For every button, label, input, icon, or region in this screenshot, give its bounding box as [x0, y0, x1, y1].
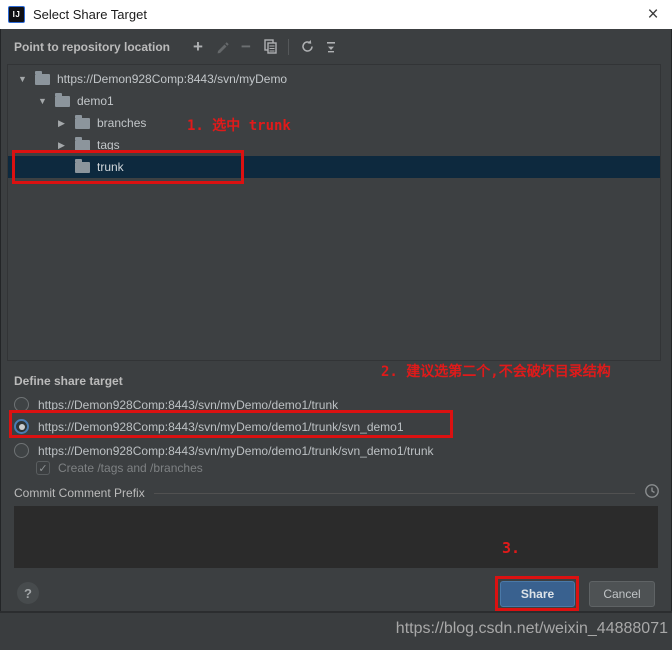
share-target-option-2[interactable]: https://Demon928Comp:8443/svn/myDemo/dem…: [14, 417, 404, 436]
help-button[interactable]: ?: [17, 582, 39, 604]
separator-line: [153, 492, 635, 494]
tree-label: demo1: [77, 94, 114, 108]
tree-row-repo-root[interactable]: ▼ https://Demon928Comp:8443/svn/myDemo: [8, 68, 660, 90]
annotation-step3: 3.: [502, 539, 521, 557]
share-target-option-1[interactable]: https://Demon928Comp:8443/svn/myDemo/dem…: [14, 395, 338, 414]
refresh-icon[interactable]: [295, 36, 319, 58]
select-share-target-dialog: IJ Select Share Target × Point to reposi…: [0, 0, 672, 650]
commit-comment-prefix-label: Commit Comment Prefix: [14, 486, 145, 500]
window-title: Select Share Target: [33, 7, 147, 22]
tree-row-demo1[interactable]: ▼ demo1: [8, 90, 660, 112]
radio-icon: [14, 443, 29, 458]
title-bar: IJ Select Share Target ×: [0, 0, 672, 29]
checkbox-icon: ✓: [36, 461, 50, 475]
toolbar-label: Point to repository location: [14, 39, 171, 54]
tree-label: branches: [97, 116, 147, 130]
expand-arrow-icon[interactable]: ▼: [38, 96, 55, 106]
repository-toolbar: Point to repository location + −: [0, 29, 672, 64]
folder-icon: [75, 114, 90, 129]
expand-arrow-icon[interactable]: ▼: [18, 74, 35, 84]
annotation-step1: 1. 选中 trunk: [187, 118, 291, 134]
radio-label: https://Demon928Comp:8443/svn/myDemo/dem…: [38, 419, 404, 434]
folder-icon: [55, 92, 70, 107]
copy-location-icon[interactable]: [258, 36, 282, 58]
remove-icon[interactable]: −: [234, 36, 258, 58]
add-repository-icon[interactable]: +: [186, 36, 210, 58]
tree-row-trunk[interactable]: trunk: [8, 156, 660, 178]
cancel-button[interactable]: Cancel: [589, 581, 655, 607]
define-share-target-heading: Define share target: [14, 374, 123, 388]
watermark-text: https://blog.csdn.net/weixin_44888071: [395, 620, 668, 637]
folder-icon: [35, 70, 50, 85]
tree-label: trunk: [97, 160, 124, 174]
radio-label: https://Demon928Comp:8443/svn/myDemo/dem…: [38, 397, 339, 412]
radio-icon: [14, 397, 29, 412]
tree-row-tags[interactable]: ▶ tags: [8, 134, 660, 156]
collapse-arrow-icon[interactable]: ▶: [58, 140, 75, 151]
tree-row-branches[interactable]: ▶ branches: [8, 112, 660, 134]
annotation-step2: 2. 建议选第二个,不会破坏目录结构: [381, 364, 611, 380]
commit-comment-input[interactable]: [14, 506, 658, 568]
repository-tree: ▼ https://Demon928Comp:8443/svn/myDemo ▼…: [7, 64, 661, 361]
radio-icon: [14, 419, 29, 434]
collapse-all-icon[interactable]: [319, 36, 343, 58]
radio-label: https://Demon928Comp:8443/svn/myDemo/dem…: [38, 443, 434, 458]
toolbar-separator: [288, 38, 290, 55]
folder-icon: [75, 158, 90, 173]
share-button[interactable]: Share: [500, 581, 575, 607]
tree-label: https://Demon928Comp:8443/svn/myDemo: [57, 72, 288, 86]
history-clock-icon[interactable]: [644, 483, 660, 504]
collapse-arrow-icon[interactable]: ▶: [58, 118, 75, 129]
commit-comment-prefix-row: Commit Comment Prefix: [14, 483, 660, 504]
close-icon[interactable]: ×: [642, 5, 664, 24]
folder-icon: [75, 136, 90, 151]
edit-pencil-icon[interactable]: [210, 36, 234, 58]
tree-label: tags: [97, 138, 120, 152]
create-tags-branches-checkbox[interactable]: ✓ Create /tags and /branches: [36, 459, 203, 477]
share-target-option-3[interactable]: https://Demon928Comp:8443/svn/myDemo/dem…: [14, 441, 434, 460]
checkbox-label: Create /tags and /branches: [58, 461, 203, 475]
intellij-app-icon: IJ: [8, 6, 25, 23]
